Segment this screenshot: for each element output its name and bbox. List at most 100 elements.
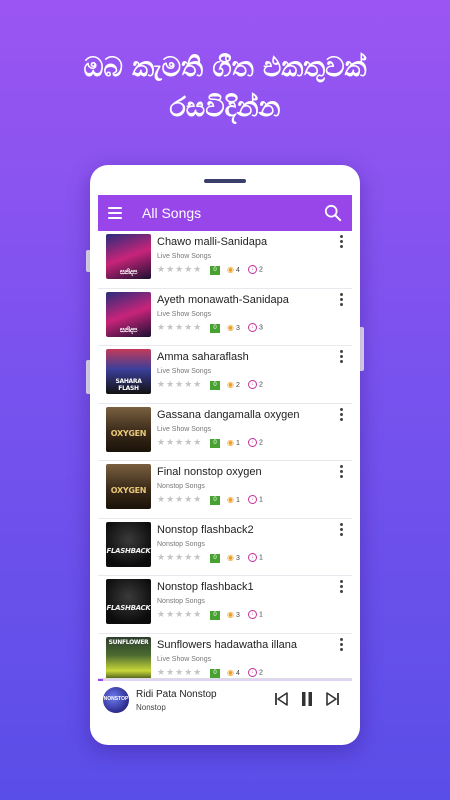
- star-rating[interactable]: ★★★★★: [157, 322, 202, 333]
- view-count: ◉ 2: [227, 380, 240, 389]
- hamburger-menu-icon[interactable]: [108, 204, 122, 222]
- star-rating[interactable]: ★★★★★: [157, 609, 202, 620]
- thumbnail-text: FLASHBACK: [106, 604, 151, 612]
- download-icon: ↓: [248, 610, 257, 619]
- thumbnail-text: SAHARA FLASH: [115, 378, 142, 392]
- download-icon: ↓: [248, 667, 257, 677]
- download-icon: ↓: [248, 437, 257, 447]
- download-count: ↓ 2: [248, 667, 263, 677]
- more-options-icon[interactable]: [340, 522, 344, 538]
- download-count: ↓ 1: [248, 495, 263, 504]
- thumbnail-text: FLASHBACK: [106, 546, 151, 555]
- download-icon: ↓: [248, 552, 257, 562]
- download-count: ↓ 2: [248, 380, 263, 389]
- views-value: 3: [235, 612, 240, 619]
- views-value: 1: [235, 439, 240, 447]
- list-item[interactable]: SAHARA FLASH Amma saharaflash Live Show …: [98, 346, 352, 404]
- downloads-value: 2: [258, 438, 263, 446]
- star-rating[interactable]: ★★★★★: [157, 437, 202, 448]
- view-count: ◉ 3: [227, 323, 240, 332]
- downloads-value: 1: [258, 611, 263, 619]
- thumbnail-text: OXYGEN: [110, 428, 147, 438]
- list-item[interactable]: FLASHBACK Nonstop flashback1 Nonstop Son…: [98, 576, 352, 634]
- views-value: 3: [235, 324, 240, 332]
- download-icon: ↓: [248, 322, 257, 332]
- song-thumbnail: FLASHBACK: [106, 521, 151, 567]
- song-thumbnail: සනිදප: [106, 234, 151, 279]
- more-options-icon[interactable]: [340, 292, 344, 308]
- list-item[interactable]: OXYGEN Final nonstop oxygen Nonstop Song…: [98, 461, 352, 519]
- more-options-icon[interactable]: [340, 235, 344, 250]
- star-rating[interactable]: ★★★★★: [157, 552, 202, 563]
- rating-badge: 0: [210, 611, 220, 620]
- song-thumbnail: FLASHBACK: [106, 579, 151, 624]
- download-count: ↓ 2: [248, 265, 263, 274]
- list-item[interactable]: FLASHBACK Nonstop flashback2 Nonstop Son…: [98, 518, 352, 576]
- search-icon[interactable]: [324, 204, 342, 222]
- mini-player[interactable]: NONSTOP Ridi Pata Nonstop Nonstop: [98, 678, 352, 731]
- song-thumbnail: OXYGEN: [106, 464, 151, 509]
- eye-icon: ◉: [227, 667, 234, 677]
- views-value: 1: [235, 497, 240, 504]
- song-category: Nonstop Songs: [157, 598, 205, 605]
- star-rating[interactable]: ★★★★★: [157, 264, 202, 275]
- eye-icon: ◉: [227, 610, 234, 619]
- download-count: ↓ 3: [248, 322, 263, 332]
- playback-progress[interactable]: [98, 679, 352, 681]
- rating-badge: 0: [210, 323, 220, 333]
- app-bar: All Songs: [98, 195, 352, 231]
- headline-line-1: ඔබ කැමති ගීත එකතුවක්: [83, 52, 367, 83]
- rating-badge: 0: [210, 553, 220, 563]
- phone-frame: All Songs සනිදප Chawo malli-Sanidapa Liv…: [90, 165, 360, 745]
- list-item[interactable]: OXYGEN Gassana dangamalla oxygen Live Sh…: [98, 403, 352, 461]
- view-count: ◉ 3: [227, 553, 240, 562]
- eye-icon: ◉: [227, 380, 234, 389]
- thumbnail-text: SUNFLOWER: [108, 638, 149, 646]
- more-options-icon[interactable]: [340, 407, 344, 423]
- rating-badge: 0: [210, 668, 220, 678]
- song-thumbnail: SAHARA FLASH: [106, 349, 151, 394]
- more-options-icon[interactable]: [340, 465, 344, 480]
- skip-previous-icon[interactable]: [272, 690, 290, 708]
- more-options-icon[interactable]: [340, 637, 344, 653]
- view-count: ◉ 4: [227, 668, 240, 677]
- song-category: Live Show Songs: [157, 310, 212, 318]
- eye-icon: ◉: [227, 552, 234, 562]
- thumbnail-text: OXYGEN: [110, 486, 147, 495]
- song-category: Nonstop Songs: [157, 540, 205, 548]
- rating-badge: 0: [210, 381, 220, 390]
- view-count: ◉ 4: [227, 265, 240, 274]
- pause-icon[interactable]: [298, 690, 316, 708]
- song-thumbnail: SUNFLOWER: [106, 636, 151, 682]
- song-category: Live Show Songs: [157, 253, 212, 260]
- more-options-icon[interactable]: [340, 350, 344, 365]
- views-value: 4: [235, 267, 240, 274]
- star-rating[interactable]: ★★★★★: [157, 667, 202, 678]
- song-title: Amma saharaflash: [157, 351, 249, 363]
- song-title: Nonstop flashback2: [157, 523, 254, 536]
- song-category: Nonstop Songs: [157, 483, 205, 490]
- page-title: All Songs: [142, 205, 202, 221]
- downloads-value: 2: [258, 266, 263, 274]
- download-icon: ↓: [248, 265, 257, 274]
- song-title: Sunflowers hadawatha illana: [157, 638, 298, 651]
- song-category: Live Show Songs: [157, 368, 212, 375]
- views-value: 2: [235, 382, 240, 389]
- promo-headline: ඔබ කැමති ගීත එකතුවක් රසවිදින්න: [0, 48, 450, 128]
- view-count: ◉ 1: [227, 495, 240, 504]
- star-rating[interactable]: ★★★★★: [157, 379, 202, 390]
- skip-next-icon[interactable]: [324, 690, 342, 708]
- list-item[interactable]: සනිදප Chawo malli-Sanidapa Live Show Son…: [98, 231, 352, 289]
- song-list: සනිදප Chawo malli-Sanidapa Live Show Son…: [98, 231, 352, 691]
- more-options-icon[interactable]: [340, 580, 344, 595]
- song-title: Gassana dangamalla oxygen: [157, 408, 300, 421]
- now-playing-subtitle: Nonstop: [136, 703, 166, 712]
- now-playing-title: Ridi Pata Nonstop: [136, 689, 217, 700]
- star-rating[interactable]: ★★★★★: [157, 494, 202, 505]
- view-count: ◉ 1: [227, 438, 240, 447]
- downloads-value: 1: [258, 496, 263, 504]
- eye-icon: ◉: [227, 437, 234, 447]
- thumbnail-text: සනිදප: [119, 325, 138, 334]
- list-item[interactable]: සනිදප Ayeth monawath-Sanidapa Live Show …: [98, 288, 352, 346]
- artwork-text: NONSTOP: [103, 696, 129, 702]
